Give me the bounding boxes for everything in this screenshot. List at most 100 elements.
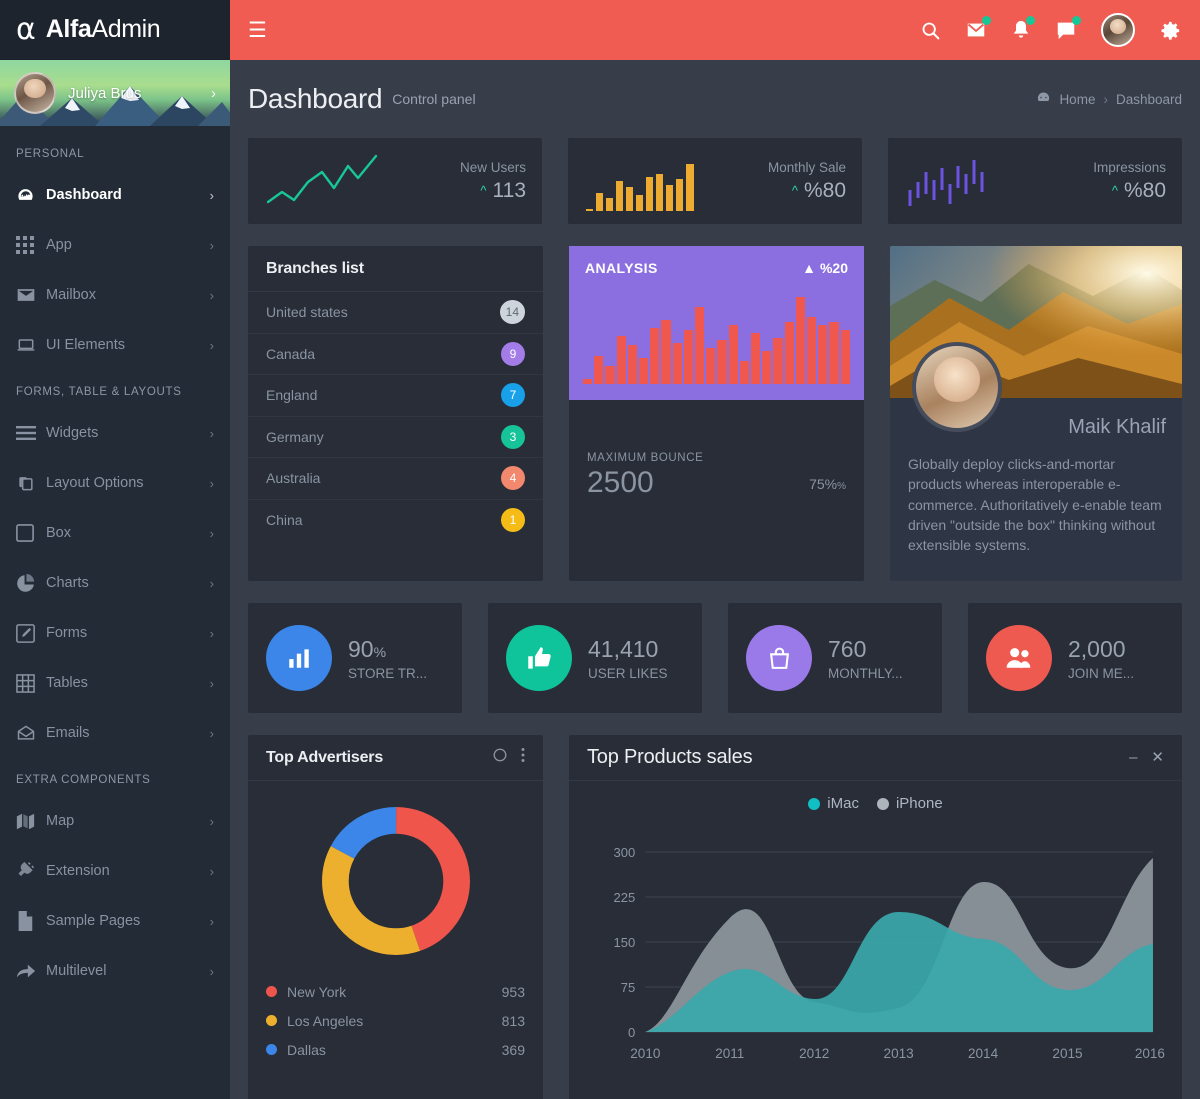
table-row[interactable]: China 1 <box>248 500 543 542</box>
svg-text:225: 225 <box>614 890 636 905</box>
table-row[interactable]: United states 14 <box>248 292 543 334</box>
sidebar-item-sample-pages[interactable]: Sample Pages › <box>0 896 230 946</box>
analysis-percent: %20 <box>819 260 848 276</box>
chat-icon[interactable] <box>1055 16 1081 41</box>
notification-dot <box>1072 16 1081 25</box>
gear-icon[interactable] <box>1159 19 1182 42</box>
list-item[interactable]: New York 953 <box>266 977 525 1006</box>
branches-title: Branches list <box>266 259 364 277</box>
chevron-right-icon: › <box>209 963 214 979</box>
advertisers-header: Top Advertisers <box>248 735 543 781</box>
info-box-user-likes[interactable]: 41,410 USER LIKES <box>488 603 702 713</box>
bounce-percent: 75% <box>809 476 838 492</box>
sidebar-item-box[interactable]: Box › <box>0 508 230 558</box>
sidebar-item-emails[interactable]: Emails › <box>0 708 230 758</box>
sidebar-item-charts[interactable]: Charts › <box>0 558 230 608</box>
bounce-percent-small: % <box>837 481 846 492</box>
sidebar-item-forms[interactable]: Forms › <box>0 608 230 658</box>
sidebar-item-label: Layout Options <box>46 475 144 491</box>
sidebar-item-multilevel[interactable]: Multilevel › <box>0 946 230 996</box>
stat-label: Impressions <box>1093 159 1166 175</box>
info-box-monthly[interactable]: 760 MONTHLY... <box>728 603 942 713</box>
breadcrumb-home[interactable]: Home <box>1059 92 1095 107</box>
page-subtitle: Control panel <box>392 91 476 107</box>
notification-dot <box>1026 16 1035 25</box>
sidebar-item-app[interactable]: App › <box>0 220 230 270</box>
status-badge: 14 <box>499 300 525 325</box>
chevron-right-icon: › <box>209 425 214 441</box>
info-number-wrap: 2,000 <box>1068 636 1134 663</box>
profile-avatar[interactable] <box>1101 13 1135 47</box>
hamburger-icon[interactable]: ☰ <box>248 20 267 41</box>
svg-text:2015: 2015 <box>1052 1046 1082 1061</box>
breadcrumb-current: Dashboard <box>1115 91 1182 107</box>
home-dashboard-icon <box>1036 90 1051 108</box>
sidebar-user-panel[interactable]: Juliya Brus › <box>0 60 230 126</box>
edit-pencil-icon <box>16 623 46 643</box>
mail-icon[interactable] <box>965 16 991 41</box>
minimize-icon[interactable]: – <box>1129 750 1137 765</box>
table-row[interactable]: Canada 9 <box>248 334 543 375</box>
products-title: Top Products sales <box>587 746 753 768</box>
sidebar-item-label: Extension <box>46 863 110 879</box>
profile-card: Maik Khalif Globally deploy clicks-and-m… <box>890 246 1182 581</box>
table-row[interactable]: England 7 <box>248 375 543 417</box>
chevron-right-icon: › <box>209 187 214 203</box>
legend-label: Los Angeles <box>287 1012 364 1029</box>
status-badge: 1 <box>501 508 525 533</box>
sidebar-item-widgets[interactable]: Widgets › <box>0 408 230 458</box>
svg-text:2012: 2012 <box>799 1046 829 1061</box>
info-meta: 760 MONTHLY... <box>828 636 903 681</box>
sidebar-item-map[interactable]: Map › <box>0 796 230 846</box>
more-vertical-icon[interactable] <box>521 747 525 768</box>
search-icon[interactable] <box>920 20 941 41</box>
chevron-right-icon[interactable]: › <box>211 85 216 102</box>
sidebar-item-extension[interactable]: Extension › <box>0 846 230 896</box>
sidebar-item-layout-options[interactable]: Layout Options › <box>0 458 230 508</box>
stat-card-impressions[interactable]: Impressions ^ %80 <box>888 138 1182 224</box>
list-item[interactable]: Dallas 369 <box>266 1035 525 1064</box>
sidebar-item-mailbox[interactable]: Mailbox › <box>0 270 230 320</box>
info-text: STORE TR... <box>348 665 428 681</box>
monthly-sale-sparkline <box>584 150 704 212</box>
sidebar-item-label: Sample Pages <box>46 913 141 929</box>
legend-item-imac[interactable]: iMac <box>808 795 859 812</box>
arrow-share-icon <box>16 962 46 980</box>
sidebar-user-name: Juliya Brus <box>68 84 142 102</box>
info-box-store-traffic[interactable]: 90% STORE TR... <box>248 603 462 713</box>
top-advertisers-panel: Top Advertisers New York 953 Los Angeles… <box>248 735 543 1099</box>
sidebar-item-dashboard[interactable]: Dashboard › <box>0 170 230 220</box>
main-area: ☰ Dashboard Control panel Home › Dashboa… <box>230 0 1200 1099</box>
products-legend: iMac iPhone <box>569 781 1182 812</box>
info-box-join-members[interactable]: 2,000 JOIN ME... <box>968 603 1182 713</box>
stat-value: %80 <box>1123 178 1166 202</box>
info-meta: 90% STORE TR... <box>348 636 427 681</box>
bell-icon[interactable] <box>1011 16 1035 41</box>
legend-item-iphone[interactable]: iPhone <box>876 795 943 812</box>
brand-logo-area[interactable]: α AlfaAdmin <box>0 0 230 60</box>
impressions-sparkline <box>904 150 1024 212</box>
refresh-circle-icon[interactable] <box>493 748 507 767</box>
sidebar-section-extra: EXTRA COMPONENTS <box>16 774 151 786</box>
svg-text:2016: 2016 <box>1135 1046 1165 1061</box>
stat-value-wrap: ^ %80 <box>768 179 846 203</box>
svg-text:2011: 2011 <box>715 1046 744 1061</box>
shopping-bag-icon <box>746 625 812 691</box>
table-grid-icon <box>16 673 46 693</box>
sidebar-item-ui-elements[interactable]: UI Elements › <box>0 320 230 370</box>
table-row[interactable]: Australia 4 <box>248 458 543 500</box>
trend-up-icon: ^ <box>480 183 487 198</box>
close-icon[interactable]: ✕ <box>1151 750 1164 765</box>
stat-value-wrap: ^ %80 <box>1093 179 1166 203</box>
breadcrumb: Home › Dashboard <box>1036 90 1182 108</box>
table-row[interactable]: Germany 3 <box>248 417 543 458</box>
top-products-panel: Top Products sales – ✕ iMac iPhone 300 2… <box>569 735 1182 1099</box>
sidebar-item-label: Dashboard <box>46 187 122 203</box>
list-item[interactable]: Los Angeles 813 <box>266 1006 525 1035</box>
stat-card-new-users[interactable]: New Users ^ 113 <box>248 138 542 224</box>
sidebar-item-tables[interactable]: Tables › <box>0 658 230 708</box>
info-number-wrap: 41,410 <box>588 636 668 663</box>
stat-label: New Users <box>459 159 526 175</box>
stat-card-monthly-sale[interactable]: Monthly Sale ^ %80 <box>568 138 862 224</box>
svg-text:2013: 2013 <box>884 1046 914 1061</box>
